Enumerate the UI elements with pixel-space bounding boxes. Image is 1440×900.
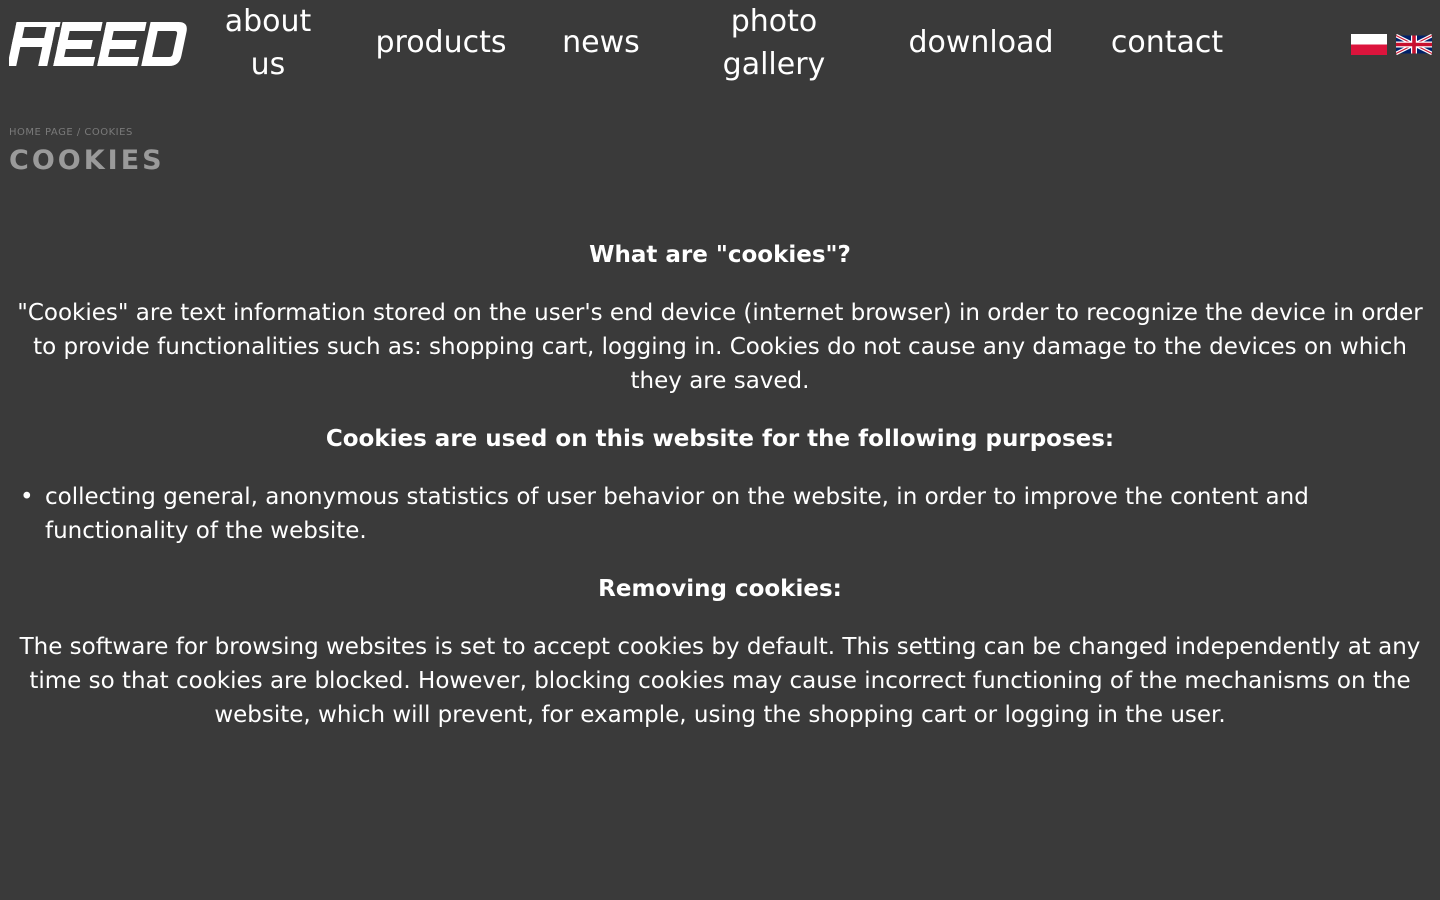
nav-contact[interactable]: contact bbox=[1095, 21, 1239, 64]
nav-photo-gallery[interactable]: photo gallery bbox=[700, 0, 848, 86]
cookies-policy-content: What are "cookies"? "Cookies" are text i… bbox=[0, 238, 1440, 732]
breadcrumb-separator: / bbox=[76, 127, 81, 138]
removing-cookies-heading: Removing cookies: bbox=[598, 576, 842, 602]
what-are-cookies-paragraph: "Cookies" are text information stored on… bbox=[17, 300, 1423, 394]
nav-news[interactable]: news bbox=[545, 21, 657, 64]
breadcrumb: HOME PAGE / COOKIES bbox=[9, 127, 133, 138]
heed-logo[interactable] bbox=[7, 20, 187, 68]
what-are-cookies-heading: What are "cookies"? bbox=[589, 242, 851, 268]
nav-about-us-line2: us bbox=[250, 47, 286, 82]
purposes-list: collecting general, anonymous statistics… bbox=[20, 480, 1432, 548]
nav-products[interactable]: products bbox=[360, 21, 522, 64]
nav-photo-gallery-line1: photo bbox=[730, 4, 818, 39]
nav-download[interactable]: download bbox=[895, 21, 1067, 64]
nav-about-us-line1: about bbox=[224, 4, 312, 39]
uk-flag-icon[interactable] bbox=[1396, 34, 1432, 55]
nav-about-us[interactable]: about us bbox=[210, 0, 326, 86]
poland-flag-icon[interactable] bbox=[1351, 34, 1387, 55]
site-header: about us products news photo gallery dow… bbox=[0, 0, 1440, 90]
nav-photo-gallery-line2: gallery bbox=[722, 47, 826, 82]
purposes-heading: Cookies are used on this website for the… bbox=[325, 426, 1115, 452]
breadcrumb-current: COOKIES bbox=[84, 127, 133, 138]
page-title: COOKIES bbox=[9, 145, 165, 176]
breadcrumb-home-link[interactable]: HOME PAGE bbox=[9, 127, 73, 138]
removing-cookies-paragraph: The software for browsing websites is se… bbox=[19, 634, 1421, 728]
list-item: collecting general, anonymous statistics… bbox=[20, 480, 1432, 548]
